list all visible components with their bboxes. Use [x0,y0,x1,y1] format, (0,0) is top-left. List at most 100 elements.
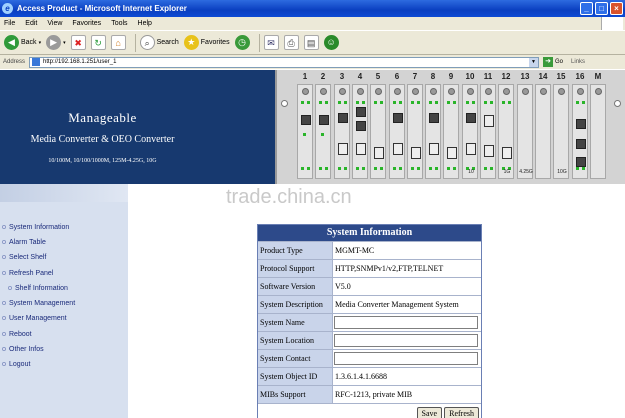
card-label: 10G [557,169,567,175]
menu-favorites[interactable]: Favorites [72,20,101,27]
nav-item-logout[interactable]: Logout [0,357,30,371]
system-contact-input[interactable] [334,352,478,365]
chassis-slot[interactable]: 10G [553,84,569,179]
chassis-slot[interactable] [535,84,551,179]
stop-button[interactable]: ✖ [70,35,86,50]
status-led-icon [399,101,402,104]
print-icon: ⎙ [283,35,299,50]
status-led-icon [307,101,310,104]
table-row: System Location [258,331,481,349]
menu-help[interactable]: Help [138,20,152,27]
status-led-icon [508,101,511,104]
table-row: System Object ID 1.3.6.1.4.1.6688 [258,367,481,385]
back-button[interactable]: ◀ Back ▾ [4,35,41,50]
status-led-icon [374,101,377,104]
chassis-slot[interactable] [352,84,368,179]
close-icon[interactable]: × [610,2,623,15]
slot-number: 2 [320,72,326,81]
chassis-slot[interactable] [425,84,441,179]
nav-item-alarm-table[interactable]: Alarm Table [0,235,46,249]
maximize-icon[interactable]: □ [595,2,608,15]
chassis-slot[interactable] [443,84,459,179]
refresh-button[interactable]: Refresh [444,406,479,418]
search-label: Search [156,39,179,46]
refresh-icon: ↻ [90,35,106,50]
chassis-slot[interactable] [590,84,606,179]
print-button[interactable]: ⎙ [283,35,299,50]
slot-number: 8 [430,72,436,81]
search-button[interactable]: ⌕ Search [139,35,179,50]
nav-item-reboot[interactable]: Reboot [0,327,32,341]
screw-icon [320,88,327,95]
status-led-icon [380,167,383,170]
chassis-slot[interactable] [407,84,423,179]
back-dropdown-icon[interactable]: ▾ [39,40,42,46]
status-led-icon [417,101,420,104]
chassis-slot[interactable] [315,84,331,179]
nav-item-other-infos[interactable]: Other Infos [0,342,44,356]
address-dropdown-icon[interactable]: ▼ [529,57,539,67]
minimize-icon[interactable]: _ [580,2,593,15]
rj45-port-icon [429,113,439,123]
system-location-input[interactable] [334,334,478,347]
favorites-button[interactable]: ★ Favorites [183,35,230,50]
edit-button[interactable]: ▤ [303,35,319,50]
forward-dropdown-icon[interactable]: ▾ [63,40,66,46]
stop-icon: ✖ [70,35,86,50]
status-led-icon [362,167,365,170]
nav-item-user-management[interactable]: User Management [0,311,67,325]
status-led-icon [307,167,310,170]
messenger-button[interactable]: ☺ [323,35,339,50]
save-button[interactable]: Save [416,406,443,418]
row-label: Protocol Support [258,260,333,277]
menu-tools[interactable]: Tools [111,20,127,27]
nav-item-refresh-panel[interactable]: Refresh Panel [0,266,53,280]
chassis-slot[interactable] [334,84,350,179]
status-led-icon [356,101,359,104]
bullet-icon [2,332,6,336]
nav-item-system-information[interactable]: System Information [0,220,69,234]
fiber-port-icon [484,145,494,157]
status-led-icon [301,167,304,170]
chassis-slot[interactable] [389,84,405,179]
row-label: MIBs Support [258,386,333,403]
system-name-input[interactable] [334,316,478,329]
nav-item-shelf-information[interactable]: Shelf Information [6,281,68,295]
nav-item-system-management[interactable]: System Management [0,296,75,310]
go-button[interactable]: ➜ Go [543,57,563,67]
bullet-icon [2,347,6,351]
chassis-slot[interactable] [370,84,386,179]
messenger-icon: ☺ [323,35,339,50]
chassis-slot[interactable]: 4.25G [517,84,533,179]
menu-file[interactable]: File [4,20,15,27]
history-button[interactable]: ◷ [234,35,250,50]
slot-number: 15 [556,72,566,81]
nav-item-label: Alarm Table [9,238,46,246]
chassis-slot[interactable] [480,84,496,179]
links-button[interactable]: Links [571,59,585,65]
status-led-icon [429,101,432,104]
home-button[interactable]: ⌂ [110,35,126,50]
chassis-slot[interactable] [297,84,313,179]
window-controls: _ □ × [580,2,623,15]
status-led-icon [362,101,365,104]
mail-button[interactable]: ✉ [263,35,279,50]
chassis-slot[interactable]: 10 [462,84,478,179]
status-led-icon [356,167,359,170]
forward-button[interactable]: ▶ ▾ [46,35,66,50]
bullet-icon [2,271,6,275]
row-label: System Object ID [258,368,333,385]
menu-edit[interactable]: Edit [25,20,37,27]
address-input[interactable]: http://192.168.1.251/user_1 ▼ [29,56,540,68]
row-label: System Description [258,296,333,313]
refresh-browser-button[interactable]: ↻ [90,35,106,50]
nav-item-select-shelf[interactable]: Select Shelf [0,250,46,264]
chassis-slot[interactable]: 1G [498,84,514,179]
menu-view[interactable]: View [47,20,62,27]
slot-number: 1 [302,72,308,81]
status-led-icon [325,167,328,170]
chassis-slot[interactable] [572,84,588,179]
slot-number: 14 [538,72,548,81]
slot-number: 11 [483,72,493,81]
screw-icon [558,88,565,95]
